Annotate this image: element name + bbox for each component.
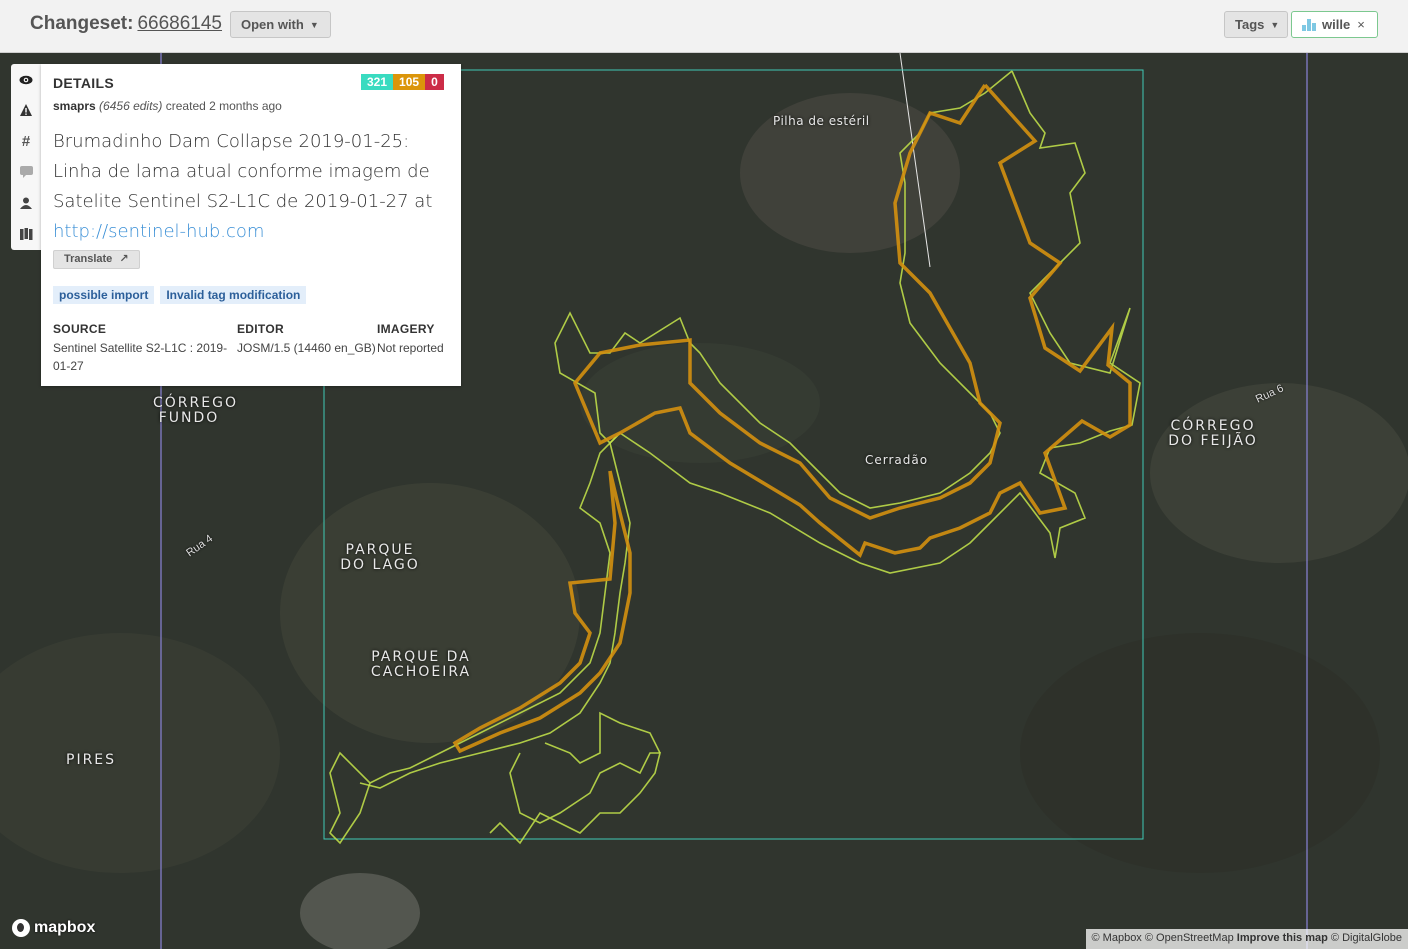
mapbox-icon — [12, 919, 30, 937]
attribution-mapbox[interactable]: © Mapbox — [1092, 932, 1142, 944]
editor-label: EDITOR — [237, 322, 284, 336]
user-color-icon — [1302, 18, 1316, 31]
user-filter-button[interactable]: wille × — [1291, 11, 1378, 38]
user-link[interactable]: smaprs — [53, 99, 96, 113]
map-label-parque-lago: PARQUE DO LAGO — [340, 542, 420, 573]
details-heading: DETAILS — [53, 75, 114, 91]
translate-button[interactable]: Translate ↗ — [53, 250, 140, 269]
mapbox-logo[interactable]: mapbox — [12, 919, 95, 937]
open-with-label: Open with — [241, 17, 304, 32]
editor-value: JOSM/1.5 (14460 en_GB) — [237, 341, 376, 355]
flag-invalid-tag[interactable]: Invalid tag modification — [160, 286, 307, 304]
translate-label: Translate — [64, 253, 113, 265]
open-with-button[interactable]: Open with ▼ — [230, 11, 331, 38]
imagery-label: IMAGERY — [377, 322, 435, 336]
map-label-corrego-feijao: CÓRREGO DO FEIJÃO — [1168, 418, 1258, 449]
source-value: Sentinel Satellite S2-L1C : 2019-01-27 — [53, 341, 228, 373]
changeset-id-link[interactable]: 66686145 — [137, 13, 222, 34]
tab-discussion[interactable] — [11, 157, 41, 188]
comment-icon — [19, 165, 33, 181]
map-icon — [19, 227, 33, 243]
changeset-meta: smaprs (6456 edits) created 2 months ago — [53, 99, 282, 113]
tags-label: Tags — [1235, 17, 1265, 32]
tab-user[interactable] — [11, 188, 41, 219]
map-label-corrego-fundo: CÓRREGO FUNDO — [153, 395, 238, 426]
imagery-column: IMAGERY Not reported — [377, 322, 457, 375]
improve-map-link[interactable]: Improve this map — [1237, 932, 1328, 944]
editor-column: EDITOR JOSM/1.5 (14460 en_GB) — [237, 322, 377, 375]
external-link-icon: ↗ — [119, 253, 129, 265]
chevron-down-icon: ▼ — [1270, 19, 1280, 30]
close-icon[interactable]: × — [1357, 17, 1365, 32]
source-label: SOURCE — [53, 322, 107, 336]
flag-list: possible import Invalid tag modification — [53, 286, 307, 304]
map-label-parque-cachoeira: PARQUE DA CACHOEIRA — [370, 649, 472, 680]
map-label-pilha: Pilha de estéril — [773, 114, 870, 128]
created-time: created 2 months ago — [165, 99, 282, 113]
map-label-pires: PIRES — [66, 752, 117, 768]
imagery-value: Not reported — [377, 341, 444, 355]
tab-details[interactable] — [11, 64, 41, 95]
user-edit-count: (6456 edits) — [99, 99, 163, 113]
side-tab-strip: # — [11, 64, 41, 250]
tab-flags[interactable] — [11, 95, 41, 126]
tab-tags[interactable]: # — [11, 126, 41, 157]
tags-button[interactable]: Tags ▼ — [1224, 11, 1288, 38]
tab-map[interactable] — [11, 219, 41, 250]
comment-text: Brumadinho Dam Collapse 2019-01-25: Linh… — [53, 131, 433, 212]
flag-possible-import[interactable]: possible import — [53, 286, 155, 304]
change-counts: 321 105 0 — [361, 74, 444, 90]
changeset-metadata: SOURCE Sentinel Satellite S2-L1C : 2019-… — [53, 322, 457, 375]
hash-icon: # — [21, 133, 31, 150]
chevron-down-icon: ▼ — [309, 19, 319, 30]
top-bar: Changeset: 66686145 Open with ▼ Tags ▼ will… — [0, 0, 1408, 53]
changeset-title-prefix: Changeset: — [30, 13, 134, 34]
modify-count-badge: 105 — [393, 74, 426, 90]
source-column: SOURCE Sentinel Satellite S2-L1C : 2019-… — [53, 322, 237, 375]
details-panel: DETAILS 321 105 0 smaprs (6456 edits) cr… — [41, 64, 461, 386]
map-attribution: © Mapbox © OpenStreetMap Improve this ma… — [1085, 929, 1408, 949]
changeset-comment: Brumadinho Dam Collapse 2019-01-25: Linh… — [53, 127, 453, 247]
changeset-title: Changeset: 66686145 — [30, 13, 222, 35]
attribution-osm[interactable]: © OpenStreetMap — [1145, 932, 1234, 944]
attribution-imagery: © DigitalGlobe — [1330, 932, 1402, 944]
user-filter-label: wille — [1322, 17, 1351, 32]
delete-count-badge: 0 — [425, 74, 444, 90]
mapbox-logo-text: mapbox — [34, 919, 96, 936]
user-icon — [20, 196, 32, 212]
comment-link[interactable]: http://sentinel-hub.com — [53, 221, 264, 242]
map-label-cerradao: Cerradão — [865, 453, 929, 467]
eye-icon — [19, 72, 33, 88]
warning-icon — [20, 103, 32, 119]
create-count-badge: 321 — [361, 74, 394, 90]
